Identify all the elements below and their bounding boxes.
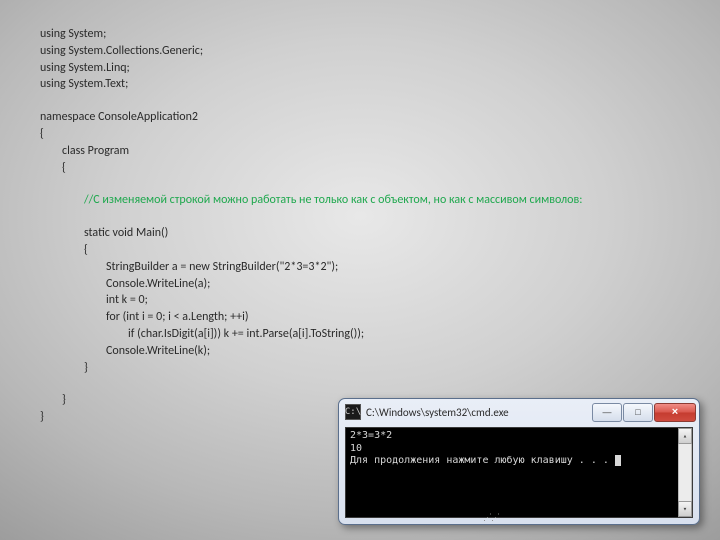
- console-window: C:\ C:\Windows\system32\cmd.exe — □ × 2*…: [338, 398, 700, 525]
- code-line: {: [40, 160, 690, 177]
- console-output: 2*3=3*2 10 Для продолжения нажмите любую…: [350, 430, 676, 515]
- cmd-icon: C:\: [345, 404, 361, 420]
- code-line: namespace ConsoleApplication2: [40, 109, 690, 126]
- close-button[interactable]: ×: [654, 403, 696, 422]
- code-line: }: [40, 360, 690, 377]
- scroll-track[interactable]: [678, 444, 692, 501]
- maximize-button[interactable]: □: [623, 403, 653, 422]
- code-comment: //С изменяемой строкой можно работать не…: [40, 192, 690, 209]
- scroll-up-button[interactable]: ▴: [678, 428, 692, 444]
- code-line: Console.WriteLine(a);: [40, 276, 690, 293]
- scrollbar[interactable]: ▴ ▾: [678, 428, 692, 517]
- code-line: {: [40, 242, 690, 259]
- code-line: for (int i = 0; i < a.Length; ++i): [40, 309, 690, 326]
- code-line: using System.Linq;: [40, 60, 690, 77]
- code-line: Console.WriteLine(k);: [40, 343, 690, 360]
- code-line: class Program: [40, 143, 690, 160]
- code-line: static void Main(): [40, 225, 690, 242]
- code-line: using System;: [40, 26, 690, 43]
- code-block: using System; using System.Collections.G…: [40, 26, 690, 426]
- code-line: using System.Collections.Generic;: [40, 43, 690, 60]
- minimize-button[interactable]: —: [592, 403, 622, 422]
- code-line: StringBuilder a = new StringBuilder("2*3…: [40, 259, 690, 276]
- window-buttons: — □ ×: [591, 403, 696, 422]
- code-line: if (char.IsDigit(a[i])) k += int.Parse(a…: [40, 326, 690, 343]
- window-title: C:\Windows\system32\cmd.exe: [366, 406, 591, 419]
- code-line: {: [40, 126, 690, 143]
- code-line: int k = 0;: [40, 292, 690, 309]
- titlebar[interactable]: C:\ C:\Windows\system32\cmd.exe — □ ×: [339, 399, 699, 425]
- scroll-down-button[interactable]: ▾: [678, 501, 692, 517]
- code-line: using System.Text;: [40, 76, 690, 93]
- resize-grip-icon[interactable]: ⋰⋰: [483, 512, 499, 523]
- console-body[interactable]: 2*3=3*2 10 Для продолжения нажмите любую…: [345, 427, 693, 518]
